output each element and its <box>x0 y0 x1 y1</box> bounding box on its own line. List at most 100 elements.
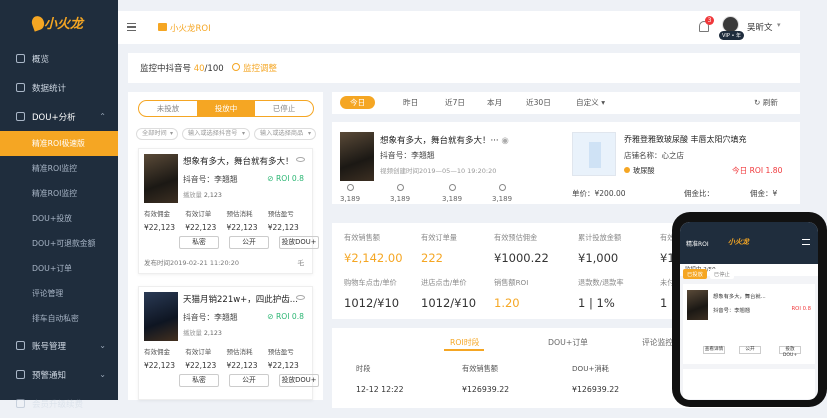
sub-dou-refund[interactable]: DOU+可退款金额 <box>0 231 118 256</box>
product-price: 单价：¥200.00 <box>572 189 626 198</box>
menu-icon[interactable] <box>802 239 810 245</box>
metric-value: 1.20 <box>494 296 520 310</box>
sub-dou-delivery[interactable]: DOU+投放 <box>0 206 118 231</box>
tab-7days[interactable]: 近7日 <box>445 97 465 108</box>
video-created-time: 视频创建时间2019—05—10 19:20:20 <box>380 167 497 175</box>
chevron-down-icon: ⌄ <box>99 370 106 379</box>
segment-not-delivered[interactable]: 未投放 <box>139 101 197 116</box>
video-card[interactable]: 天猫月销221w+，四此护齿... 抖音号：李翘翘 ⊘ ROI 0.8 播放量 … <box>138 286 319 400</box>
nav-overview[interactable]: 概览 <box>0 44 118 73</box>
sub-dou-orders[interactable]: DOU+订单 <box>0 256 118 281</box>
video-thumbnail[interactable] <box>687 290 708 320</box>
vip-badge: VIP • 年 <box>719 31 745 40</box>
product-image[interactable] <box>572 132 616 176</box>
metric-value: 222 <box>421 251 443 265</box>
more-icon[interactable]: 乇 <box>298 257 305 267</box>
eye-icon[interactable] <box>296 295 305 300</box>
table-cell: 12-12 12:22 <box>356 385 404 394</box>
phone-video-card[interactable] <box>683 369 815 399</box>
tab-roi-period[interactable]: ROI时段 <box>450 337 479 348</box>
shop-name: 店铺名称：心之店 <box>624 151 684 160</box>
sub-roi-monitor[interactable]: 精准ROI监控 <box>0 156 118 181</box>
share-icon <box>498 184 506 191</box>
chevron-up-icon: ⌃ <box>99 112 106 121</box>
tab-month[interactable]: 本月 <box>487 97 502 108</box>
video-thumbnail[interactable] <box>340 132 374 181</box>
brand-icon <box>158 23 167 31</box>
video-card[interactable]: 想象有多大，舞台就有多大！ 抖音号：李翘翘 ⊘ ROI 0.8 播放量 2,12… <box>138 148 319 274</box>
product-title: 乔雅登雅致玻尿酸 丰唇太阳穴填充 <box>624 135 747 144</box>
product-filter[interactable]: 输入或选择商品 <box>254 128 316 140</box>
video-title: 天猫月销221w+，四此护齿... <box>183 295 298 305</box>
tab-today[interactable]: 今日 <box>340 96 376 109</box>
sub-roi-monitor-2[interactable]: 精准ROI监控 <box>0 181 118 206</box>
account-filter[interactable]: 输入或选择抖音号 <box>182 128 250 140</box>
dou-delivery-button[interactable]: 投放DOU+ <box>279 236 319 249</box>
nav-accounts[interactable]: 账号管理 ⌄ <box>0 331 118 360</box>
refresh-button[interactable]: ↻ 刷新 <box>754 97 778 108</box>
sidebar: 小火龙 概览 数据统计 DOU+分析 ⌃ 精准ROI极速版 精准ROI监控 精准R… <box>0 0 118 410</box>
chevron-down-icon: ▾ <box>601 98 606 107</box>
table-cell: ¥126939.22 <box>462 385 510 394</box>
play-count: 播放量 2,123 <box>183 192 222 199</box>
video-account: 抖音号：李翘翘 <box>183 175 238 184</box>
sub-roi-fast[interactable]: 精准ROI极速版 <box>0 131 118 156</box>
tab-30days[interactable]: 近30日 <box>526 97 551 108</box>
eye-icon[interactable] <box>296 157 305 162</box>
card-metrics: 有效佣金 有效订单 预估消耗 预估盈亏 ¥22,123 ¥22,123 ¥22,123 ¥2… <box>144 348 299 370</box>
overview-icon <box>16 54 25 63</box>
phone-video-card[interactable]: 想象有多大，舞台就... 抖音号：李翘翘 ROI 0.8 查看详情 公开 投放D… <box>683 284 815 364</box>
metric-label: 购物车点击/单价 <box>344 278 397 287</box>
stats-icon <box>16 83 25 92</box>
tab-dou-orders[interactable]: DOU+订单 <box>548 337 588 348</box>
metric-label: 累计投放金额 <box>578 233 622 242</box>
phone-segment-delivered[interactable]: 已投放 <box>683 269 707 279</box>
video-thumbnail[interactable] <box>144 292 178 341</box>
public-button[interactable]: 公开 <box>229 374 269 387</box>
sub-comments[interactable]: 评论管理 <box>0 281 118 306</box>
table-header: DOU+消耗 <box>572 364 609 373</box>
monitor-adjust-link[interactable]: 监控调整 <box>243 62 277 74</box>
phone-card-account: 抖音号：李翘翘 <box>713 308 751 314</box>
like-stat: 3,189 <box>390 184 410 203</box>
tab-yesterday[interactable]: 昨日 <box>403 97 418 108</box>
commission-rate: 佣金比： <box>684 189 714 198</box>
card-metrics: 有效佣金 有效订单 预估消耗 预估盈亏 ¥22,123 ¥22,123 ¥22,123 ¥2… <box>144 210 299 232</box>
phone-card-title: 想象有多大，舞台就... <box>713 294 766 300</box>
public-button[interactable]: 公开 <box>229 236 269 249</box>
detail-panel: 今日 昨日 近7日 本月 近30日 自定义 ▾ ↻ 刷新 想象有多大，舞台就有多… <box>332 92 800 408</box>
chevron-down-icon[interactable]: ▾ <box>777 21 781 29</box>
private-button[interactable]: 私密 <box>179 236 219 249</box>
page-title: 小火龙ROI <box>170 24 211 34</box>
refresh-icon: ↻ <box>754 98 761 107</box>
roi-value: ⊘ ROI 0.8 <box>267 174 304 183</box>
nav-dou-analysis[interactable]: DOU+分析 ⌃ <box>0 102 118 131</box>
publish-time: 发布时间2019-02-21 11:20:20 <box>144 259 240 267</box>
nav-vip[interactable]: 会员升级续费 <box>0 389 118 418</box>
nav-stats[interactable]: 数据统计 <box>0 73 118 102</box>
tab-comment-monitor[interactable]: 评论监控 <box>642 337 673 348</box>
app-logo[interactable]: 小火龙 <box>0 0 118 44</box>
menu-icon[interactable] <box>127 23 136 31</box>
tab-custom[interactable]: 自定义 ▾ <box>576 97 605 108</box>
segment-delivering[interactable]: 投放中 <box>197 101 255 116</box>
nav-alerts[interactable]: 预警通知 ⌄ <box>0 360 118 389</box>
dou-delivery-button[interactable]: 投放DOU+ <box>279 374 319 387</box>
phone-segment-stopped[interactable]: 已停止 <box>709 269 734 279</box>
time-filter[interactable]: 全部时间 <box>136 128 178 140</box>
phone-segment: 已投放 已停止 <box>683 269 734 279</box>
metric-label: 退款数/退款率 <box>578 278 624 287</box>
analysis-icon <box>16 112 25 121</box>
metric-value: 1 | 1% <box>578 296 615 310</box>
chevron-down-icon: ⌄ <box>99 341 106 350</box>
phone-dou-button[interactable]: 投放DOU+ <box>779 346 801 358</box>
phone-public-button[interactable]: 公开 <box>739 346 761 354</box>
video-thumbnail[interactable] <box>144 154 178 203</box>
private-button[interactable]: 私密 <box>179 374 219 387</box>
top-bar: 小火龙ROI 3 VIP • 年 吴昕文 ▾ <box>118 11 800 44</box>
phone-detail-button[interactable]: 查看详情 <box>703 346 725 354</box>
sub-auto-private[interactable]: 排车自动私密 <box>0 306 118 331</box>
phone-title: 精准ROI <box>686 241 709 248</box>
user-name[interactable]: 吴昕文 <box>747 21 773 33</box>
segment-stopped[interactable]: 已停止 <box>255 101 313 116</box>
